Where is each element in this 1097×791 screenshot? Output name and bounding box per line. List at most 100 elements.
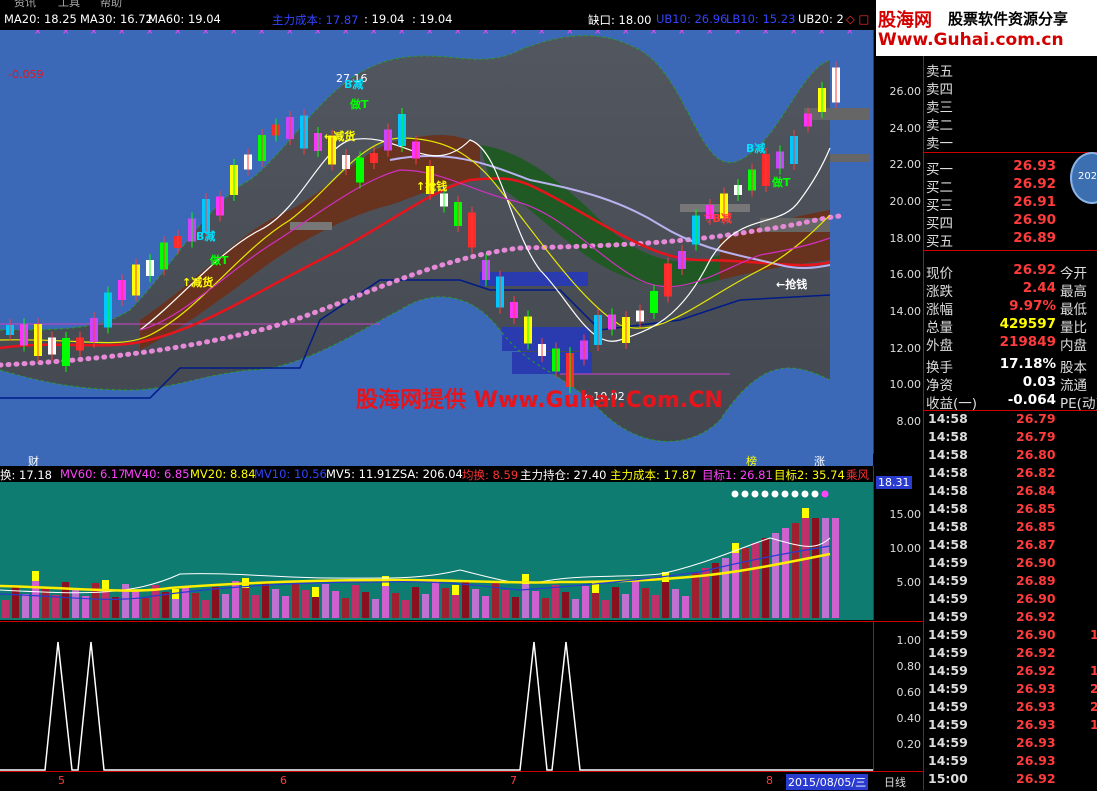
top-dot	[791, 490, 799, 498]
turnover-bar-top	[312, 587, 319, 597]
turnover-bar	[262, 582, 269, 618]
quote-row: 换手 17.18% 股本	[926, 356, 1087, 376]
turnover-bar	[692, 573, 699, 618]
turnover-bar	[392, 593, 399, 618]
globe-label: 202	[1078, 171, 1097, 182]
indicator-turnover: 换: 17.18	[0, 468, 52, 482]
top-x-marker: ×	[370, 30, 378, 37]
top-x-marker: ×	[426, 30, 434, 37]
quote-row: 涨幅 9.97% 最低	[926, 298, 1087, 318]
signal-tick: 0.80	[896, 660, 922, 673]
turnover-bar	[282, 596, 289, 618]
indicator-target1: 目标1: 26.81	[702, 468, 773, 482]
turnover-bar	[532, 591, 539, 618]
resistance-block	[804, 108, 870, 120]
signal-do-t: 做T	[210, 254, 229, 267]
date-tick: 5	[58, 774, 65, 787]
top-x-marker: ×	[34, 30, 42, 37]
top-x-marker: ×	[622, 30, 630, 37]
price-tick: 10.00	[889, 378, 922, 391]
turnover-current-value: 18.31	[876, 476, 912, 489]
buy-level-3: 买三 26.91	[926, 194, 1056, 214]
indicator-value-a: : 19.04	[364, 12, 405, 26]
tick-row: 14:58 26.84	[928, 483, 1056, 498]
turnover-bar	[292, 583, 299, 618]
top-x-marker: ×	[734, 30, 742, 37]
top-dots	[731, 490, 829, 498]
indicator-avg-turnover: 均换: 8.59	[462, 468, 519, 482]
indicator-ub10: UB10: 26.96	[656, 12, 728, 26]
price-tick: 12.00	[889, 342, 922, 355]
turnover-bar	[182, 586, 189, 618]
turnover-bar	[332, 591, 339, 618]
indicator-ride-wind: 乘风	[846, 468, 869, 482]
indicator-target2: 目标2: 35.74	[774, 468, 845, 482]
menu-item-help[interactable]: 帮助	[100, 0, 122, 8]
tick-row: 14:59 26.92	[928, 645, 1056, 660]
turnover-bar	[802, 518, 809, 618]
turnover-bar	[172, 599, 179, 618]
turnover-bar	[822, 518, 829, 618]
indicator-mv5: MV5: 11.91	[326, 467, 392, 481]
turnover-bar	[792, 523, 799, 618]
signal-tick: 0.60	[896, 686, 922, 699]
price-tick: 24.00	[889, 122, 922, 135]
turnover-bar	[542, 598, 549, 618]
turnover-bar	[132, 591, 139, 618]
top-x-marker: ×	[118, 30, 126, 37]
signal-grab-money: ←抢钱	[776, 278, 808, 291]
indicator-mv10: MV10: 10.56	[254, 467, 327, 481]
top-x-marker: ×	[762, 30, 770, 37]
top-x-marker: ×	[146, 30, 154, 37]
quote-row: 总量 429597 量比	[926, 316, 1087, 336]
period-selector[interactable]: 日线	[884, 774, 906, 790]
turnover-bar	[402, 600, 409, 618]
sell-level-4: 卖四	[926, 82, 953, 98]
tick-row: 14:59 26.93	[928, 735, 1056, 750]
turnover-bar	[602, 600, 609, 618]
resistance-block	[290, 222, 332, 230]
menu-item-tools[interactable]: 工具	[58, 0, 80, 8]
turnover-bar-top	[802, 508, 809, 518]
top-x-marker: ×	[678, 30, 686, 37]
turnover-tick: 10.00	[889, 542, 922, 555]
turnover-bar	[12, 587, 19, 618]
tick-row: 14:58 26.85	[928, 519, 1056, 534]
top-dot	[761, 490, 769, 498]
top-x-marker: ×	[538, 30, 546, 37]
top-x-marker: ×	[454, 30, 462, 37]
turnover-bar-top	[32, 571, 39, 581]
turnover-bar	[372, 599, 379, 618]
signal-b-reduce: ▽B减	[704, 212, 732, 225]
signal-chart-svg	[0, 641, 873, 771]
indicator-value-b: : 19.04	[412, 12, 453, 26]
logo-name: 股海网	[878, 10, 932, 31]
quote-row: 外盘 219849 内盘	[926, 334, 1087, 354]
turnover-bar	[452, 595, 459, 618]
top-x-marker: ×	[174, 30, 182, 37]
main-price-chart[interactable]: × × × × × × × × × × × × × × × × × × × × × × × × × × × × × × -0.059 27…	[0, 30, 873, 454]
turnover-bar	[482, 596, 489, 618]
top-x-marker: ×	[510, 30, 518, 37]
turnover-bar	[442, 588, 449, 618]
quote-row: 涨跌 2.44 最高	[926, 280, 1087, 300]
tick-row: 14:59 26.92 1	[928, 663, 1097, 678]
turnover-bar	[562, 592, 569, 618]
turnover-chart[interactable]	[0, 482, 873, 620]
turnover-bar	[272, 589, 279, 618]
tick-row: 14:59 26.93 2	[928, 681, 1097, 696]
date-tick: 6	[280, 774, 287, 787]
signal-chart[interactable]	[0, 621, 873, 772]
signal-tick: 1.00	[896, 634, 922, 647]
menu-item-info[interactable]: 资讯	[14, 0, 36, 8]
turnover-bar	[552, 585, 559, 618]
tick-row: 14:58 26.79	[928, 429, 1056, 444]
indicator-ub20: UB20: 2	[798, 12, 844, 26]
turnover-bar	[762, 538, 769, 618]
top-dot	[801, 490, 809, 498]
turnover-bar	[832, 518, 839, 618]
price-tick: 14.00	[889, 305, 922, 318]
turnover-tick: 5.00	[896, 576, 922, 589]
price-tick: 18.00	[889, 232, 922, 245]
top-x-marker: ×	[202, 30, 210, 37]
